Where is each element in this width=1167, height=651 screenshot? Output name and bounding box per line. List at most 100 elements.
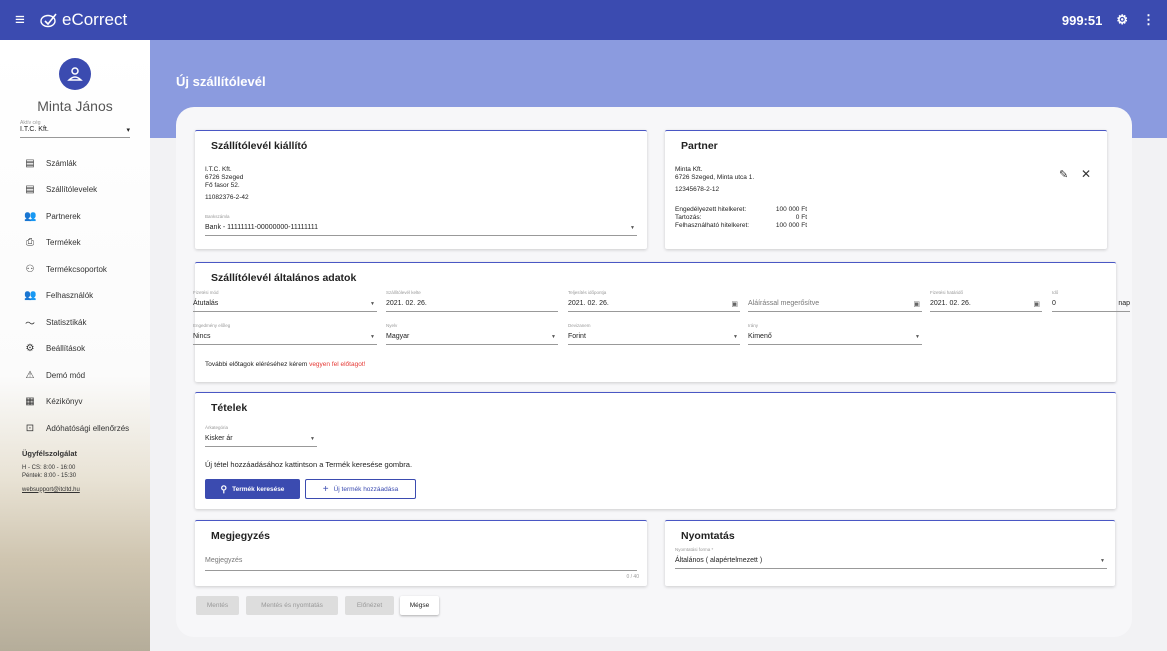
partner-card: Partner Minta Kft. 6726 Szeged, Minta ut… <box>665 130 1107 249</box>
sidebar: Minta János Aktív cég I.T.C. Kft. ▾ ▤ Szám… <box>0 40 150 651</box>
currency-value: Forint <box>568 333 586 340</box>
top-bar: ≡ eCorrect 999:51 ⚙ ⋮ <box>0 0 1167 40</box>
hamburger-icon[interactable]: ≡ <box>0 10 40 30</box>
sidebar-item-label: Adóhatósági ellenőrzés <box>46 423 130 433</box>
language-value: Magyar <box>386 333 410 340</box>
sidebar-item-szallitolevelek[interactable]: ▤ Szállítólevelek <box>0 177 150 204</box>
product-search-label: Termék keresése <box>232 485 285 493</box>
price-category-value: Kisker ár <box>205 435 233 442</box>
chevron-down-icon: ▼ <box>1100 558 1105 564</box>
available-credit-value: 100 000 Ft <box>775 222 807 229</box>
remark-counter: 0 / 40 <box>626 574 639 580</box>
sidebar-item-statisztikak[interactable]: 〜 Statisztikák <box>0 309 150 336</box>
product-icon: ⎙ <box>26 237 34 249</box>
print-title: Nyomtatás <box>681 530 735 542</box>
items-card: Tételek Árkategória Kisker ár ▼ Új tétel… <box>195 392 1116 509</box>
sidebar-item-kezikonyv[interactable]: ▦ Kézikönyv <box>0 389 150 416</box>
remark-title: Megjegyzés <box>211 530 270 542</box>
app-logo[interactable]: eCorrect <box>40 10 127 30</box>
invoice-icon: ▤ <box>25 157 35 169</box>
credit-limit-value: 100 000 Ft <box>775 206 807 213</box>
language-label: Nyelv <box>386 323 398 328</box>
sidebar-item-demo-mod[interactable]: ⚠ Demó mód <box>0 362 150 389</box>
discount-label: Engedmény előleg <box>193 323 231 328</box>
tax-check-icon: ⊡ <box>25 422 35 434</box>
more-vert-icon[interactable]: ⋮ <box>1142 12 1155 28</box>
payment-days-field[interactable]: Idő 0 nap <box>1052 290 1130 312</box>
sidebar-item-szamlak[interactable]: ▤ Számlák <box>0 150 150 177</box>
bank-account-value: Bank - 11111111-00000000-11111111 <box>205 224 318 231</box>
due-date-field[interactable]: Fizetési határidő 2021. 02. 26. ▣ <box>930 290 1042 312</box>
close-icon[interactable]: ✕ <box>1081 167 1091 181</box>
session-timer: 999:51 <box>1061 12 1103 28</box>
partner-title: Partner <box>681 140 718 152</box>
company-select[interactable]: Aktív cég I.T.C. Kft. ▾ <box>20 120 130 138</box>
direction-select[interactable]: Irány Kimenő ▼ <box>748 323 922 345</box>
sidebar-item-termekek[interactable]: ⎙ Termékek <box>0 230 150 257</box>
sidebar-nav: ▤ Számlák ▤ Szállítólevelek 👥 Partnerek ⎙ Te… <box>0 150 150 442</box>
gear-icon[interactable]: ⚙ <box>1116 12 1128 28</box>
delivery-date-field[interactable]: Szállítólevél kelte 2021. 02. 26. <box>386 290 558 312</box>
chevron-down-icon: ▼ <box>733 334 738 340</box>
add-prefix-link[interactable]: vegyen fel előtagot! <box>309 361 365 368</box>
people-icon: 👥 <box>24 210 37 222</box>
debt-value: 0 Ft <box>795 214 807 221</box>
remark-textarea[interactable]: Megjegyzés <box>205 555 637 571</box>
sidebar-item-label: Demó mód <box>46 370 86 380</box>
language-select[interactable]: Nyelv Magyar ▼ <box>386 323 558 345</box>
document-icon: ▤ <box>25 184 35 196</box>
add-product-label: Új termék hozzáadása <box>333 485 399 493</box>
preview-button[interactable]: Előnézet <box>345 596 394 615</box>
edit-icon[interactable]: ✎ <box>1059 168 1068 181</box>
save-button[interactable]: Mentés <box>196 596 239 615</box>
support-email-link[interactable]: websupport@itcltd.hu <box>22 486 150 494</box>
bank-account-label: Bankszámla <box>205 214 230 219</box>
save-and-print-button[interactable]: Mentés és nyomtatás <box>246 596 338 615</box>
performance-date-field[interactable]: Teljesítés időpontja 2021. 02. 26. ▣ <box>568 290 740 312</box>
general-data-title: Szállítólevél általános adatok <box>211 272 357 284</box>
calendar-icon[interactable]: ▣ <box>1033 300 1040 308</box>
save-label: Mentés <box>206 602 229 609</box>
bank-account-select[interactable]: Bankszámla Bank - 11111111-00000000-1111… <box>205 214 637 236</box>
calendar-icon[interactable]: ▣ <box>913 300 920 308</box>
credit-limit-label: Engedélyezett hitelkeret: <box>675 206 747 213</box>
items-hint: Új tétel hozzáadásához kattintson a Term… <box>205 460 413 469</box>
sidebar-item-beallitasok[interactable]: ⚙ Beállítások <box>0 336 150 363</box>
chart-line-icon: 〜 <box>25 318 35 330</box>
sidebar-item-partnerek[interactable]: 👥 Partnerek <box>0 203 150 230</box>
product-search-button[interactable]: ⚲ Termék keresése <box>205 479 300 499</box>
available-credit-label: Felhasználható hitelkeret: <box>675 222 750 229</box>
chevron-down-icon: ▼ <box>370 301 375 307</box>
add-product-button[interactable]: + Új termék hozzáadása <box>305 479 416 499</box>
payment-method-select[interactable]: Fizetési mód Átutalás ▼ <box>193 290 377 312</box>
signature-date-placeholder: Aláírással megerősítve <box>748 300 820 307</box>
currency-select[interactable]: Devizanem Forint ▼ <box>568 323 740 345</box>
cancel-button[interactable]: Mégse <box>400 596 439 615</box>
payment-method-label: Fizetési mód <box>193 290 219 295</box>
items-title: Tételek <box>211 402 248 414</box>
book-icon: ▦ <box>25 396 35 408</box>
currency-label: Devizanem <box>568 323 591 328</box>
discount-value: Nincs <box>193 333 211 340</box>
plus-icon: + <box>322 483 329 495</box>
due-date-value: 2021. 02. 26. <box>930 300 971 307</box>
due-date-label: Fizetési határidő <box>930 290 964 295</box>
support-info: Ügyfélszolgálat H - CS: 8:00 - 16:00 Pén… <box>22 449 150 494</box>
print-form-select[interactable]: Nyomtatási forma * Általános ( alapértel… <box>675 547 1107 569</box>
avatar[interactable] <box>59 58 91 90</box>
sidebar-item-adohatosagi[interactable]: ⊡ Adóhatósági ellenőrzés <box>0 415 150 442</box>
remark-card: Megjegyzés Megjegyzés 0 / 40 <box>195 520 647 586</box>
sidebar-item-label: Termékcsoportok <box>46 264 107 274</box>
prefix-note: További előtagok eléréséhez kérem vegyen… <box>205 361 365 369</box>
app-name: eCorrect <box>62 10 128 29</box>
print-form-label: Nyomtatási forma * <box>675 547 714 552</box>
issuer-title: Szállítólevél kiállító <box>211 140 308 152</box>
calendar-icon[interactable]: ▣ <box>731 300 738 308</box>
logo-check-icon <box>40 13 57 28</box>
discount-select[interactable]: Engedmény előleg Nincs ▼ <box>193 323 377 345</box>
price-category-select[interactable]: Árkategória Kisker ár ▼ <box>205 425 317 447</box>
sidebar-item-felhasznalok[interactable]: 👥 Felhasználók <box>0 283 150 310</box>
sidebar-item-termekcsoportok[interactable]: ⚇ Termékcsoportok <box>0 256 150 283</box>
signature-date-field[interactable]: Aláírással megerősítve ▣ <box>748 290 922 312</box>
chevron-down-icon: ▼ <box>551 334 556 340</box>
